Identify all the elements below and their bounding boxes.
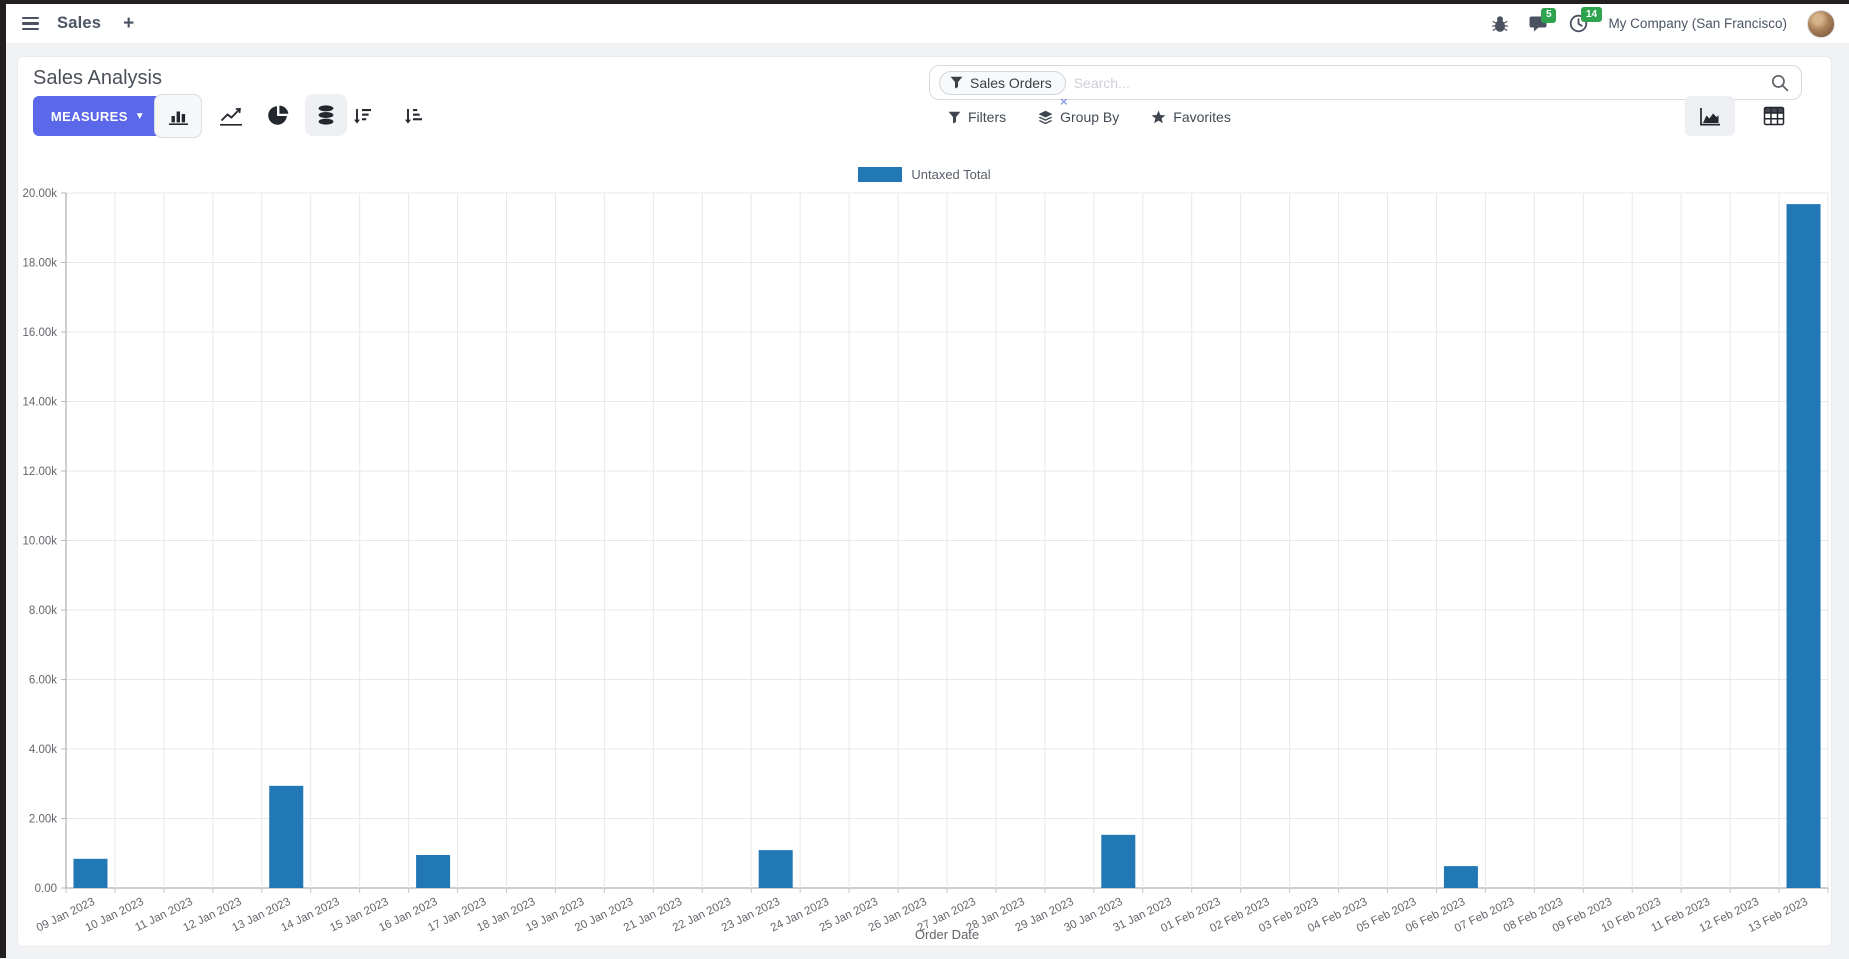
svg-text:14.00k: 14.00k [22,397,57,409]
svg-text:8.00k: 8.00k [29,605,57,617]
x-axis-title: Order Date [915,927,979,942]
bar-06-Feb-2023[interactable] [1444,866,1478,888]
bar-13-Feb-2023[interactable] [1787,204,1821,888]
bar-09-Jan-2023[interactable] [73,859,107,888]
svg-text:16.00k: 16.00k [22,327,57,339]
svg-text:12.00k: 12.00k [22,466,57,478]
main-panel: Sales Analysis MEASURES ▼ [17,56,1832,947]
svg-text:20.00k: 20.00k [22,188,57,200]
bar-23-Jan-2023[interactable] [759,850,793,888]
bar-30-Jan-2023[interactable] [1101,835,1135,888]
svg-text:6.00k: 6.00k [29,675,57,687]
sales-analysis-bar-chart: 0.00 2.00k 4.00k 6.00k 8.00k 10.00k 12.00k 14.0… [1,1,1849,959]
svg-text:0.00: 0.00 [35,883,57,895]
bar-13-Jan-2023[interactable] [269,786,303,888]
window-edge-top [0,0,1849,4]
svg-text:2.00k: 2.00k [29,814,57,826]
svg-text:4.00k: 4.00k [29,744,57,756]
bar-16-Jan-2023[interactable] [416,855,450,888]
svg-text:10.00k: 10.00k [22,536,57,548]
window-edge-left [0,0,6,958]
svg-text:18.00k: 18.00k [22,258,57,270]
